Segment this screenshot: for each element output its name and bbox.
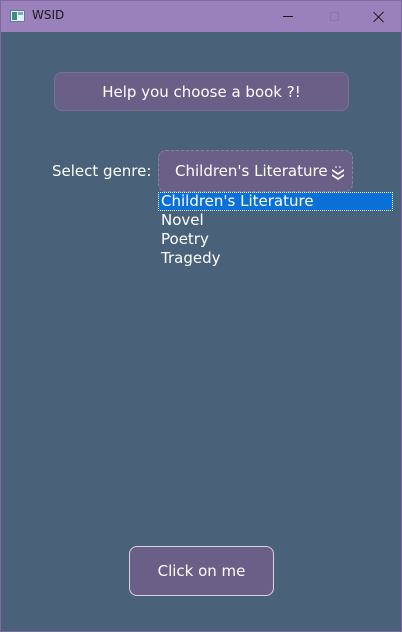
minimize-icon — [283, 16, 293, 17]
maximize-button[interactable] — [311, 1, 357, 32]
genre-selected-value: Children's Literature — [175, 162, 328, 180]
app-window: WSID Help you choose a book ?! Select ge… — [0, 0, 402, 632]
genre-option-poetry[interactable]: Poetry — [158, 230, 393, 249]
genre-select[interactable]: Children's Literature — [158, 150, 353, 192]
genre-option-novel[interactable]: Novel — [158, 211, 393, 230]
genre-option-childrens-literature[interactable]: Children's Literature — [158, 192, 393, 211]
maximize-icon — [329, 12, 339, 21]
title-bar[interactable]: WSID — [1, 1, 401, 32]
click-on-me-button[interactable]: Click on me — [129, 546, 274, 596]
minimize-button[interactable] — [265, 1, 311, 32]
double-chevron-down-icon[interactable] — [331, 165, 345, 181]
close-icon — [373, 11, 385, 23]
close-button[interactable] — [356, 1, 401, 32]
genre-option-tragedy[interactable]: Tragedy — [158, 249, 393, 268]
window-title: WSID — [32, 8, 65, 22]
genre-dropdown-list: Children's Literature Novel Poetry Trage… — [158, 192, 393, 268]
help-choose-book-button[interactable]: Help you choose a book ?! — [54, 72, 349, 111]
genre-label: Select genre: — [52, 162, 152, 180]
app-icon — [10, 10, 25, 22]
